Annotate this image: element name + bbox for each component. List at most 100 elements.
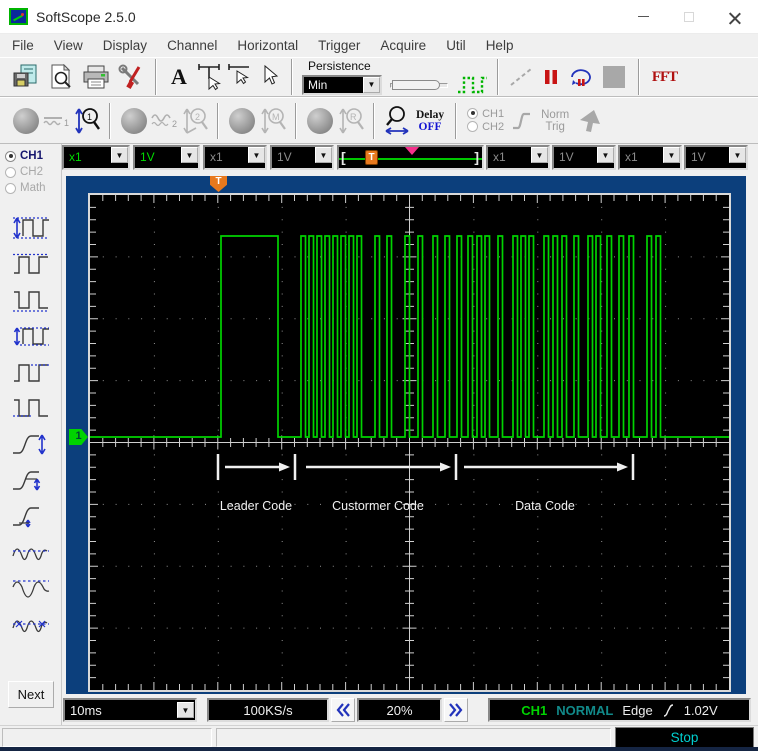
radio-icon [467, 108, 478, 119]
scroll-left-button[interactable] [331, 698, 355, 722]
menu-horizontal[interactable]: Horizontal [227, 36, 308, 55]
svg-text:Data Code: Data Code [515, 499, 575, 513]
chevron-down-icon[interactable]: ▼ [181, 147, 198, 163]
slider-thumb[interactable] [392, 80, 440, 90]
measure-vamp-button[interactable] [8, 320, 54, 353]
print-button[interactable] [78, 60, 113, 95]
ch2-vertical-zoom-button[interactable]: 2 [180, 103, 210, 138]
cursor-select-button[interactable] [254, 60, 284, 95]
trigger-time-marker[interactable]: T [210, 176, 227, 192]
close-button[interactable] [712, 0, 758, 33]
measure-vtop-button[interactable] [8, 356, 54, 389]
trigger-edge-button[interactable] [507, 103, 537, 138]
measure-vmax-button[interactable] [8, 248, 54, 281]
maximize-button[interactable] [666, 0, 712, 33]
next-measurements-button[interactable]: Next [8, 681, 54, 708]
ch1-enable-button[interactable] [13, 108, 39, 134]
fft-icon: FFT [652, 69, 677, 86]
ch1-vertical-zoom-button[interactable]: 1 [72, 103, 102, 138]
measure-fall-time-button[interactable] [8, 464, 54, 497]
measure-mean-button[interactable] [8, 536, 54, 569]
pause-button[interactable] [536, 60, 566, 95]
measure-rise-time-button[interactable] [8, 428, 54, 461]
ref-vertical-zoom-button[interactable]: R [336, 103, 366, 138]
scroll-right-button[interactable] [444, 698, 468, 722]
trigger-status-level: 1.02V [684, 703, 718, 718]
menu-channel[interactable]: Channel [157, 36, 227, 55]
delay-toggle[interactable]: Delay OFF [416, 109, 444, 133]
menu-acquire[interactable]: Acquire [370, 36, 436, 55]
waveform-2-icon: 2 [150, 111, 180, 131]
aux2-scale-select[interactable]: 1V ▼ [684, 145, 748, 170]
run-button[interactable] [506, 60, 536, 95]
measure-rms-button[interactable] [8, 572, 54, 605]
measure-cycle-mean-button[interactable] [8, 608, 54, 641]
measure-vpp-button[interactable] [8, 212, 54, 245]
stop-button[interactable] [596, 60, 631, 95]
ch1-scale-select[interactable]: 1V ▼ [133, 145, 200, 170]
rising-slope-icon [662, 703, 675, 718]
view-position-marker[interactable] [405, 147, 419, 155]
menu-help[interactable]: Help [476, 36, 524, 55]
ref-enable-button[interactable] [307, 108, 333, 134]
aux1-scale-select[interactable]: 1V ▼ [552, 145, 616, 170]
sidebar-math-radio[interactable]: Math [0, 180, 61, 196]
measure-slew-button[interactable] [8, 500, 54, 533]
chevron-down-icon[interactable]: ▼ [177, 702, 194, 718]
chevron-down-icon[interactable]: ▼ [729, 147, 746, 163]
chevron-down-icon[interactable]: ▼ [315, 147, 332, 163]
sidebar-ch2-radio[interactable]: CH2 [0, 164, 61, 180]
ch2-scale-select[interactable]: 1V ▼ [270, 145, 334, 170]
measure-vbase-button[interactable] [8, 392, 54, 425]
trigger-source-ch1-radio[interactable]: CH1 [467, 108, 504, 121]
persistence-select[interactable]: Min ▼ [302, 75, 382, 95]
minimize-button[interactable] [620, 0, 666, 33]
chevron-down-icon[interactable]: ▼ [663, 147, 680, 163]
math-vertical-zoom-button[interactable]: M [258, 103, 288, 138]
chevron-down-icon[interactable]: ▼ [531, 147, 548, 163]
aux2-probe-select[interactable]: x1 ▼ [618, 145, 682, 170]
chevron-down-icon[interactable]: ▼ [597, 147, 614, 163]
cursor-time-button[interactable] [194, 60, 224, 95]
radio-icon [5, 167, 16, 178]
aux1-probe-select[interactable]: x1 ▼ [486, 145, 550, 170]
export-button[interactable] [8, 60, 43, 95]
export-icon [12, 64, 40, 90]
trigger-cursor-button[interactable] [573, 103, 603, 138]
chevron-down-icon[interactable]: ▼ [363, 77, 380, 93]
menu-display[interactable]: Display [93, 36, 157, 55]
setup-button[interactable] [113, 60, 148, 95]
ch1-ground-marker[interactable]: 1 [69, 429, 88, 445]
text-annotation-button[interactable]: A [164, 60, 194, 95]
fft-button[interactable]: FFT [647, 60, 682, 95]
chevron-down-icon[interactable]: ▼ [248, 147, 265, 163]
ch2-waveform-button[interactable]: 2 [150, 103, 180, 138]
menu-view[interactable]: View [44, 36, 93, 55]
ch2-probe-select[interactable]: x1 ▼ [203, 145, 267, 170]
print-preview-button[interactable] [43, 60, 78, 95]
single-acquire-button[interactable] [566, 60, 596, 95]
chevron-down-icon[interactable]: ▼ [111, 147, 128, 163]
measure-vmin-button[interactable] [8, 284, 54, 317]
persistence-slider[interactable] [390, 79, 448, 91]
menu-file[interactable]: File [2, 36, 44, 55]
ch1-probe-select[interactable]: x1 ▼ [62, 145, 130, 170]
horizontal-zoom-button[interactable] [382, 103, 412, 138]
text-tool-icon: A [171, 64, 187, 90]
trigger-source-ch2-radio[interactable]: CH2 [467, 121, 504, 134]
scope-display[interactable]: Leader CodeCustormer CodeData Code [88, 193, 731, 692]
ch1-waveform-button[interactable]: 1 [42, 103, 72, 138]
timebase-select[interactable]: 10ms ▼ [63, 698, 197, 722]
norm-trig-button[interactable]: Norm Trig [541, 109, 569, 133]
cursor-volt-button[interactable] [224, 60, 254, 95]
menu-util[interactable]: Util [436, 36, 476, 55]
ch2-enable-button[interactable] [121, 108, 147, 134]
menu-trigger[interactable]: Trigger [308, 36, 370, 55]
math-enable-button[interactable] [229, 108, 255, 134]
radio-icon [5, 183, 16, 194]
trigger-position-marker[interactable]: T [365, 150, 378, 165]
trigger-position-widget[interactable]: [ ] T [337, 145, 484, 170]
sidebar-ch1-radio[interactable]: CH1 [0, 148, 61, 164]
toolbar-separator [295, 103, 297, 139]
dotted-waveform-icon[interactable] [456, 74, 488, 96]
